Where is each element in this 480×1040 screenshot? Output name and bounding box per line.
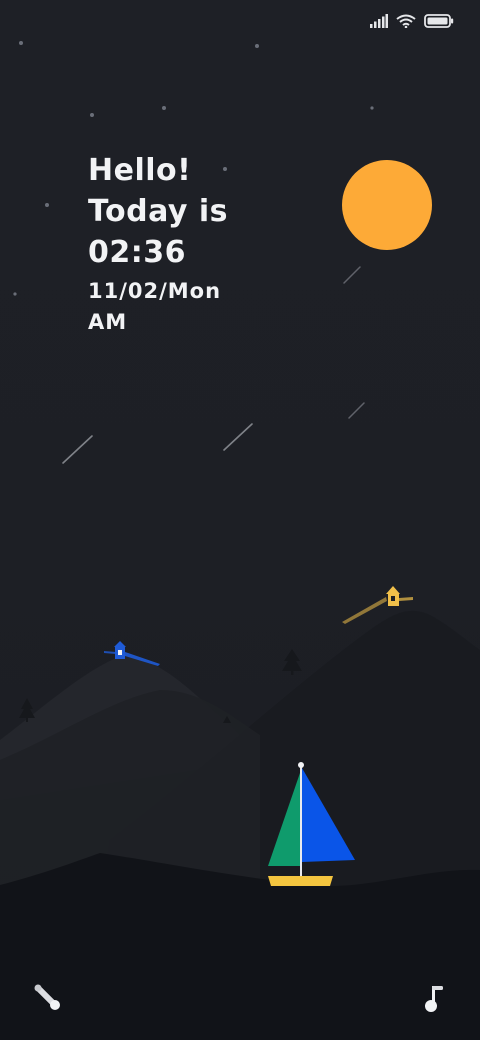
phone-icon (34, 984, 60, 1010)
greeting-today-is: Today is (88, 194, 229, 229)
greeting-hello: Hello! (88, 153, 192, 188)
music-button[interactable] (413, 979, 449, 1015)
signal-icon (370, 14, 388, 28)
battery-icon (424, 14, 454, 28)
sun (342, 160, 432, 250)
clock-time: 02:36 (88, 235, 186, 270)
night-scene (0, 41, 480, 1040)
lock-screen: Hello! Today is 02:36 11/02/Mon AM (0, 0, 480, 1040)
music-note-icon (425, 986, 443, 1012)
ground (0, 853, 480, 1040)
greeting-block: Hello! Today is 02:36 11/02/Mon AM (88, 150, 228, 338)
clock-date: 11/02/Mon (88, 279, 222, 303)
phone-button[interactable] (29, 979, 65, 1015)
clock-period: AM (88, 310, 128, 334)
wifi-icon (396, 14, 416, 28)
status-bar (370, 10, 454, 32)
